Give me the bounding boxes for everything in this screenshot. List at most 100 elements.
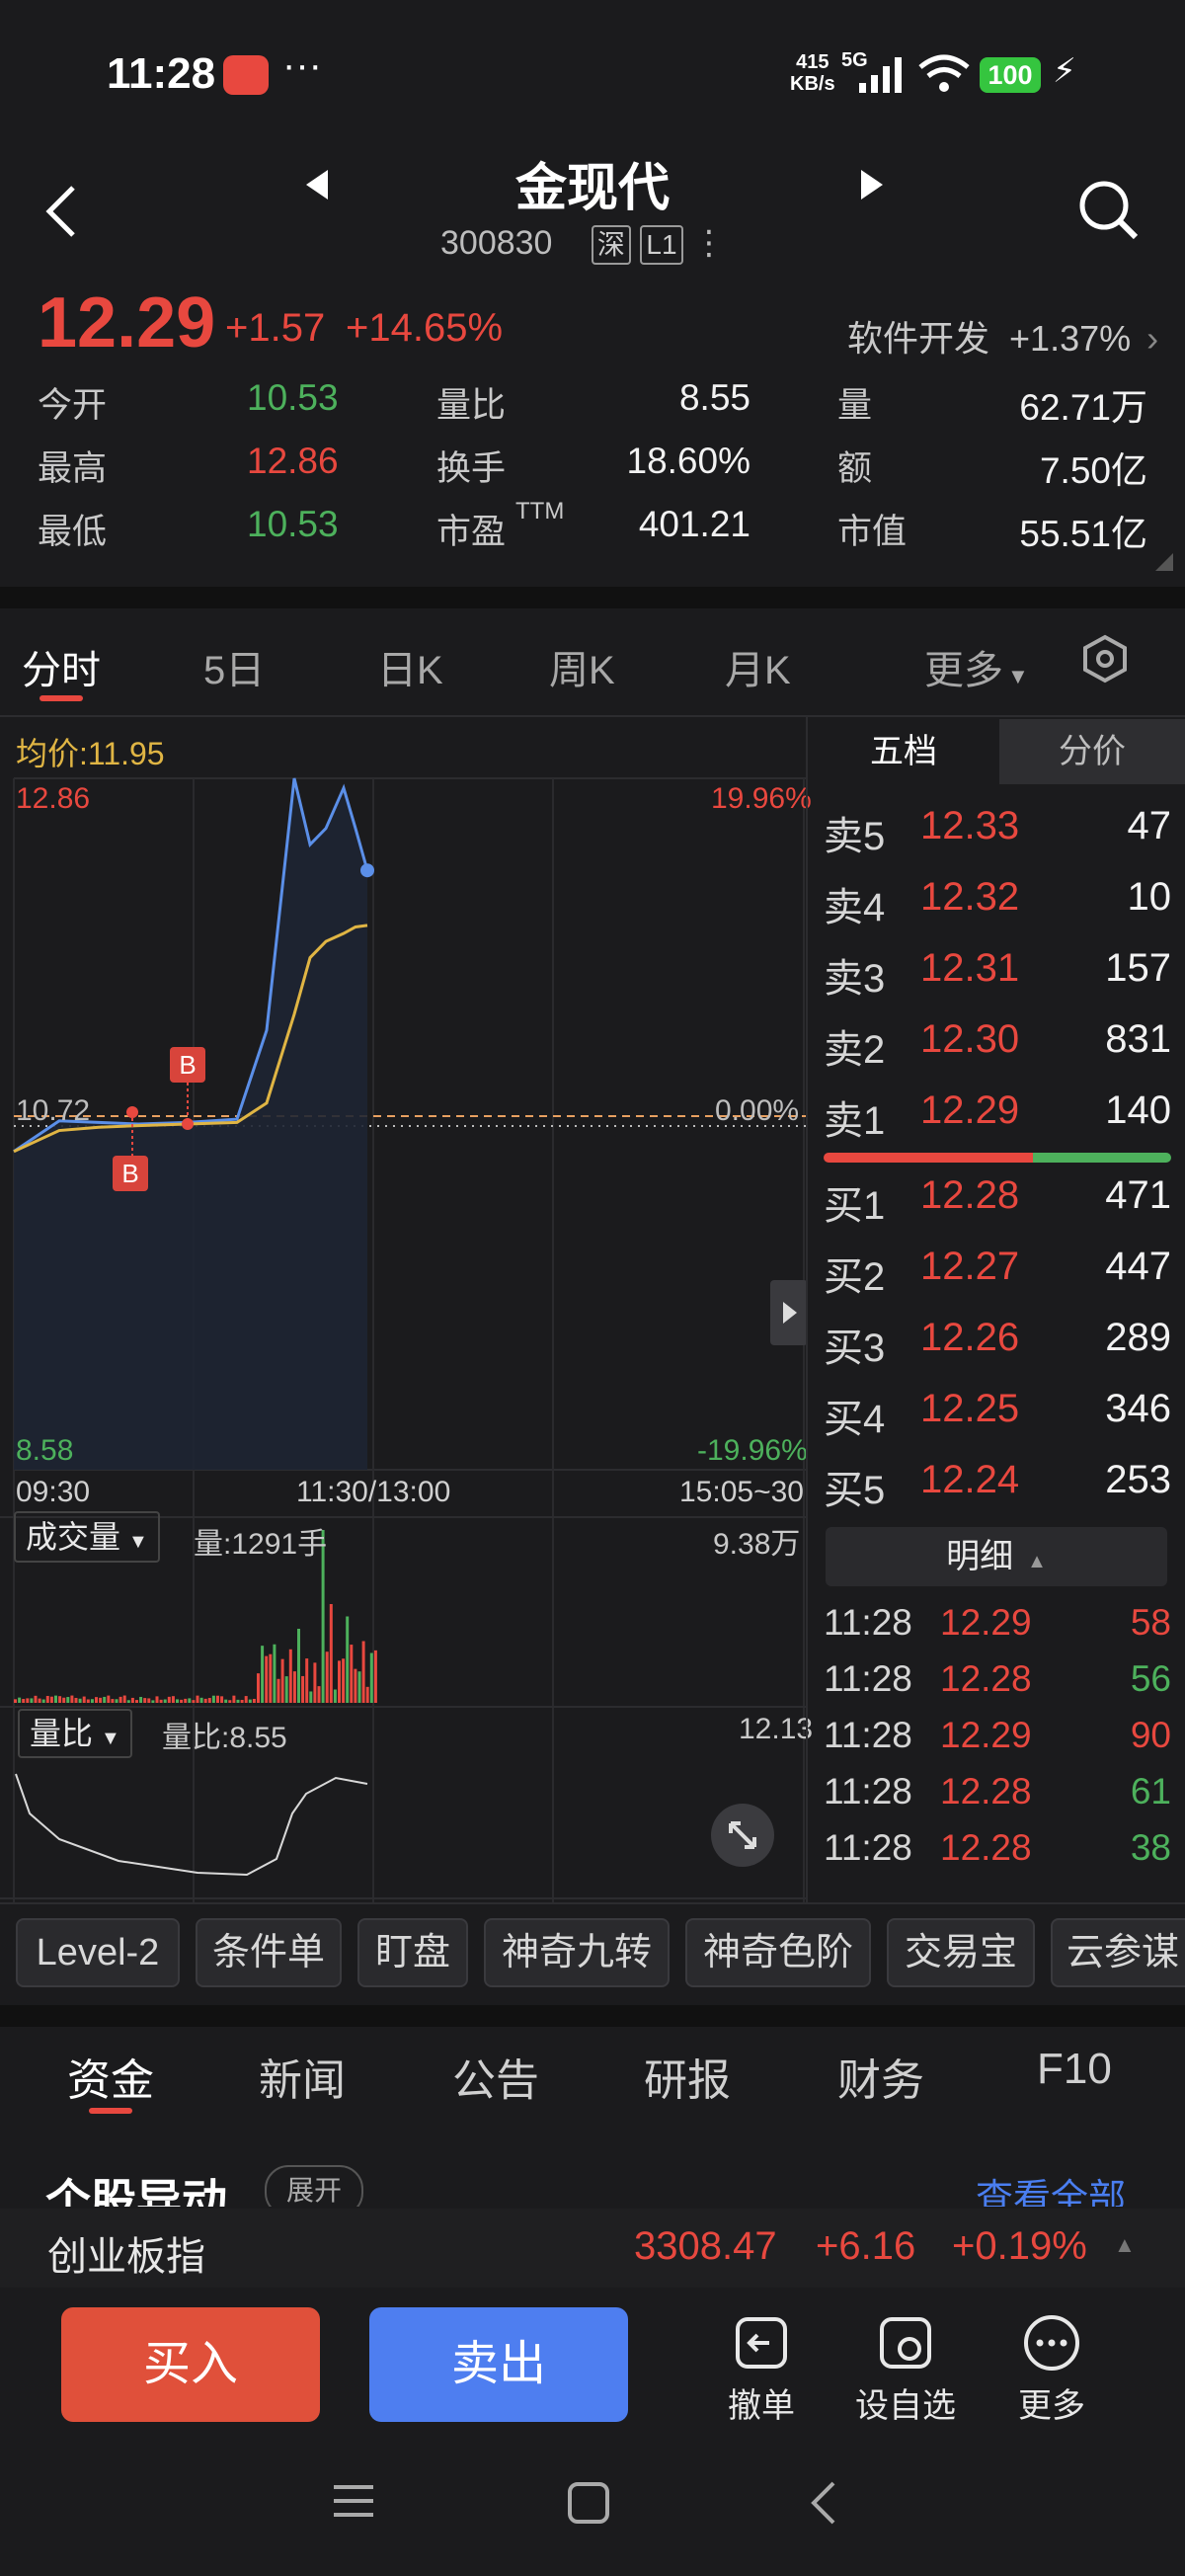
bid-price: 12.26 — [920, 1316, 1019, 1360]
tab-five-levels[interactable]: 五档 — [810, 719, 997, 784]
volume-bar — [350, 1645, 353, 1703]
buy-marker[interactable]: B — [113, 1156, 148, 1191]
volume-bar — [116, 1699, 118, 1703]
tab-more[interactable]: 更多 ▼ — [924, 638, 1029, 695]
volume-bar — [200, 1698, 203, 1703]
volume-selector-label: 成交量 — [26, 1519, 120, 1555]
stat-value: 12.86 — [247, 441, 346, 482]
volume-bar — [192, 1700, 195, 1703]
menu-icon[interactable] — [332, 2481, 375, 2521]
next-stock-icon[interactable] — [857, 168, 887, 201]
time-end: 15:05~30 — [679, 1476, 804, 1509]
bid-row[interactable]: 买3 12.26 289 — [824, 1316, 1171, 1387]
sell-button[interactable]: 卖出 — [369, 2307, 628, 2422]
ask-row[interactable]: 卖5 12.33 47 — [824, 804, 1171, 875]
ask-volume: 157 — [1105, 946, 1171, 991]
fullscreen-button[interactable] — [711, 1804, 774, 1867]
tool-level2[interactable]: Level-2 — [16, 1918, 180, 1987]
ratio-selector[interactable]: 量比 ▼ — [18, 1709, 132, 1758]
buy-button[interactable]: 买入 — [61, 2307, 320, 2422]
tab-price-dist[interactable]: 分价 — [999, 719, 1185, 784]
trade-time: 11:28 — [824, 1771, 912, 1812]
tab-f10[interactable]: F10 — [1037, 2045, 1112, 2094]
more-button[interactable]: 更多 — [997, 2307, 1106, 2427]
ask-label: 卖3 — [824, 946, 885, 1004]
bid-row[interactable]: 买2 12.27 447 — [824, 1245, 1171, 1316]
ask-row[interactable]: 卖4 12.32 10 — [824, 875, 1171, 946]
volume-bar — [313, 1662, 316, 1703]
tool-watch[interactable]: 盯盘 — [357, 1918, 468, 1987]
tab-funds[interactable]: 资金 — [67, 2045, 154, 2108]
volume-bar — [228, 1700, 231, 1703]
buy-marker[interactable]: B — [170, 1047, 205, 1083]
ask-row[interactable]: 卖2 12.30 831 — [824, 1017, 1171, 1088]
volume-bar — [237, 1700, 240, 1703]
tab-announcements[interactable]: 公告 — [452, 2045, 539, 2108]
ask-label: 卖2 — [824, 1017, 885, 1075]
tab-5day[interactable]: 5日 — [203, 638, 265, 695]
sector-link[interactable]: 软件开发 +1.37% › — [847, 310, 1158, 362]
ask-price: 12.32 — [920, 875, 1019, 920]
settings-hex-icon[interactable] — [1080, 634, 1130, 684]
volume-bar — [147, 1698, 150, 1703]
tab-weekly-k[interactable]: 周K — [549, 638, 615, 695]
tool-magic-nine[interactable]: 神奇九转 — [484, 1918, 670, 1987]
volume-bar — [281, 1659, 284, 1703]
volume-bar — [224, 1700, 227, 1703]
more-dots-icon[interactable]: ⋮ — [692, 224, 726, 262]
volume-bar — [245, 1696, 248, 1703]
cancel-order-button[interactable]: 撤单 — [707, 2307, 816, 2427]
tool-cloud-advisor[interactable]: 云参谋 — [1051, 1918, 1185, 1987]
bid-row[interactable]: 买5 12.24 253 — [824, 1458, 1171, 1529]
ask-volume: 831 — [1105, 1017, 1171, 1062]
tab-research[interactable]: 研报 — [644, 2045, 731, 2108]
bid-row[interactable]: 买1 12.28 471 — [824, 1173, 1171, 1245]
volume-bar — [346, 1617, 349, 1704]
volume-bar — [168, 1697, 171, 1703]
trade-price: 12.28 — [940, 1658, 1032, 1700]
volume-bar — [58, 1696, 61, 1703]
ask-volume: 140 — [1105, 1088, 1171, 1133]
tab-monthly-k[interactable]: 月K — [725, 638, 791, 695]
bid-row[interactable]: 买4 12.25 346 — [824, 1387, 1171, 1458]
volume-bar — [220, 1696, 223, 1703]
tool-magic-color[interactable]: 神奇色阶 — [685, 1918, 871, 1987]
divider — [806, 717, 808, 1902]
volume-bar — [180, 1700, 183, 1703]
volume-bar — [370, 1653, 373, 1703]
stat-label: 换手 — [436, 441, 506, 491]
caret-up-icon[interactable]: ▲ — [1114, 2232, 1136, 2258]
volume-bar — [143, 1698, 146, 1703]
trade-time: 11:28 — [824, 1658, 912, 1700]
net-speed-unit: KB/s — [790, 73, 835, 95]
tab-daily-k[interactable]: 日K — [377, 638, 443, 695]
volume-bar — [265, 1656, 268, 1703]
ask-row[interactable]: 卖3 12.31 157 — [824, 946, 1171, 1017]
search-icon[interactable] — [1076, 178, 1142, 243]
nav-back-icon[interactable] — [808, 2479, 837, 2527]
details-toggle[interactable]: 明细 ▲ — [826, 1527, 1167, 1586]
tab-financials[interactable]: 财务 — [837, 2045, 924, 2108]
tab-news[interactable]: 新闻 — [259, 2045, 346, 2108]
battery-icon: 100 — [980, 57, 1041, 93]
volume-selector[interactable]: 成交量 ▼ — [14, 1511, 160, 1563]
volume-bar — [176, 1699, 179, 1703]
volume-ratio-line — [16, 1774, 367, 1875]
add-watch-button[interactable]: 设自选 — [851, 2307, 960, 2427]
volume-bar — [66, 1697, 69, 1703]
bid-price: 12.25 — [920, 1387, 1019, 1431]
caret-up-icon: ▲ — [1027, 1551, 1047, 1572]
tool-conditional-order[interactable]: 条件单 — [196, 1918, 342, 1987]
home-icon[interactable] — [567, 2481, 610, 2525]
ask-row[interactable]: 卖1 12.29 140 — [824, 1088, 1171, 1160]
view-all-link[interactable]: 查看全部 — [976, 2167, 1126, 2207]
expand-button[interactable]: 展开 — [265, 2165, 363, 2207]
ask-bid-ratio-bar-ask — [824, 1153, 1033, 1163]
stock-name: 金现代 — [0, 146, 1185, 220]
expand-panel-button[interactable] — [770, 1280, 808, 1345]
trade-detail-row: 11:28 12.29 90 — [824, 1715, 1171, 1771]
index-bar[interactable]: 创业板指 3308.47 +6.16 +0.19% ▲ — [0, 2209, 1185, 2288]
tool-trade-treasure[interactable]: 交易宝 — [887, 1918, 1035, 1987]
tab-intraday[interactable]: 分时 — [22, 638, 101, 695]
volume-bar — [119, 1697, 122, 1703]
